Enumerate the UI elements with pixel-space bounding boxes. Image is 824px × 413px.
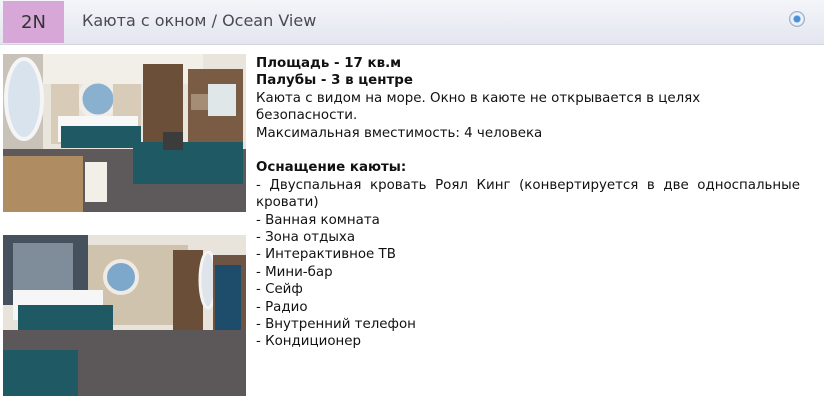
- amenity-item: - Двуспальная кровать Роял Кинг (конверт…: [256, 177, 800, 211]
- amenity-item: - Радио: [256, 299, 308, 315]
- amenities-title: Оснащение каюты:: [256, 160, 407, 176]
- cabin-capacity: Максимальная вместимость: 4 человека: [256, 125, 543, 141]
- amenity-item: - Внутренний телефон: [256, 317, 416, 333]
- cabin-title: Каюта с окном / Ocean View: [82, 11, 317, 30]
- amenity-item: - Кондиционер: [256, 334, 362, 350]
- cabin-header[interactable]: 2N Каюта с окном / Ocean View: [0, 0, 824, 45]
- cabin-decks: Палубы - 3 в центре: [256, 73, 413, 89]
- cabin-area: Площадь - 17 кв.м: [256, 56, 402, 71]
- cabin-photo-1: [3, 54, 246, 212]
- cabin-photo-2: [3, 235, 246, 396]
- cabin-details: Площадь - 17 кв.м Палубы - 3 в центре Ка…: [256, 55, 800, 351]
- cabin-code: 2N: [21, 11, 46, 33]
- amenity-item: - Зона отдыха: [256, 230, 356, 246]
- amenity-item: - Сейф: [256, 282, 303, 298]
- cabin-code-badge: 2N: [3, 1, 64, 43]
- cabin-description: Каюта с видом на море. Окно в каюте не о…: [256, 90, 701, 124]
- amenity-item: - Ванная комната: [256, 212, 380, 228]
- amenity-item: - Интерактивное ТВ: [256, 247, 396, 263]
- amenity-item: - Мини-бар: [256, 264, 333, 280]
- select-radio-button[interactable]: [789, 11, 805, 27]
